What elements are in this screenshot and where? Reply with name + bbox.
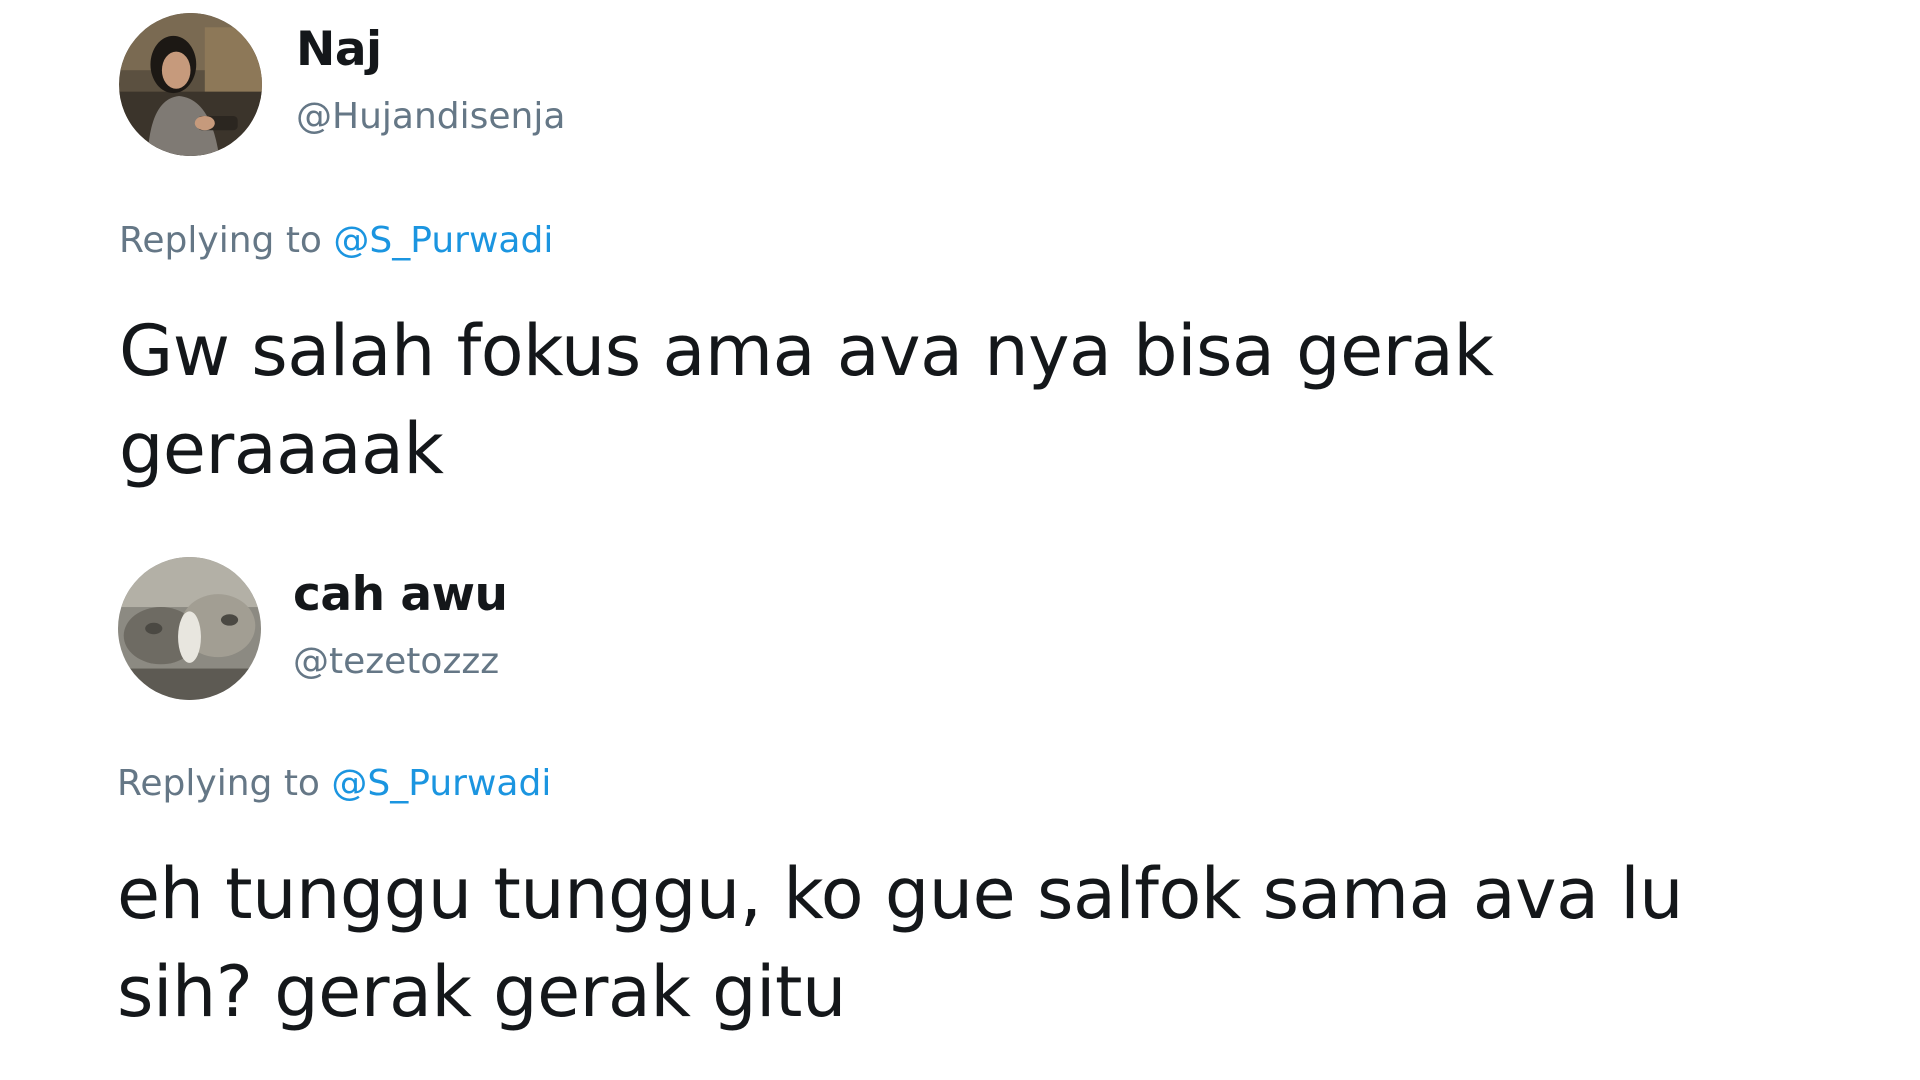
replying-to-line: Replying to @S_Purwadi (119, 220, 553, 261)
reply-mention-link[interactable]: @S_Purwadi (331, 763, 551, 804)
cats-photo-avatar[interactable] (118, 557, 261, 700)
person-photo-avatar[interactable] (119, 13, 262, 156)
replying-to-label: Replying to (117, 763, 320, 804)
replying-to-line: Replying to @S_Purwadi (117, 763, 551, 804)
replying-to-label: Replying to (119, 220, 322, 261)
tweet-text: eh tunggu tunggu, ko gue salfok sama ava… (117, 853, 1684, 1033)
user-handle[interactable]: @tezetozzz (293, 641, 499, 682)
user-handle[interactable]: @Hujandisenja (296, 96, 565, 137)
reply-mention-link[interactable]: @S_Purwadi (333, 220, 553, 261)
display-name[interactable]: Naj (296, 22, 382, 77)
tweet-text: Gw salah fokus ama ava nya bisa gerak ge… (119, 310, 1494, 490)
display-name[interactable]: cah awu (293, 567, 508, 622)
